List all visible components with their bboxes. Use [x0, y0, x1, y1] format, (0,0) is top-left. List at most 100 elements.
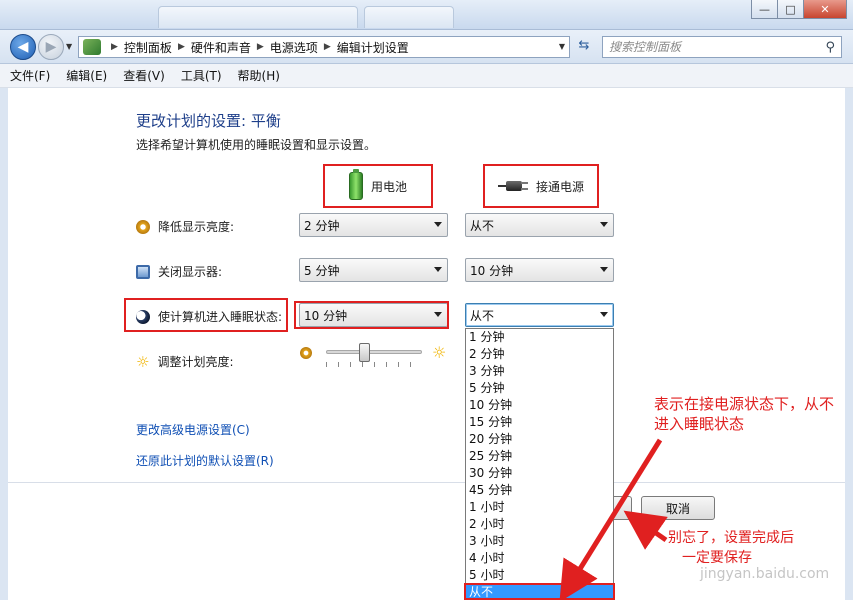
- dropdown-option[interactable]: 3 小时: [466, 533, 613, 550]
- select-value: 10 分钟: [304, 308, 348, 323]
- close-button[interactable]: ✕: [803, 0, 847, 19]
- brightness-label: 调整计划亮度:: [157, 355, 234, 369]
- breadcrumb-hardware-sound[interactable]: 硬件和声音: [191, 39, 251, 56]
- address-bar[interactable]: ▶ 控制面板 ▶ 硬件和声音 ▶ 电源选项 ▶ 编辑计划设置 ▼: [78, 36, 570, 58]
- right-frame: [845, 88, 853, 600]
- minimize-button[interactable]: —: [751, 0, 778, 19]
- dropdown-option[interactable]: 4 小时: [466, 550, 613, 567]
- dropdown-option[interactable]: 2 分钟: [466, 346, 613, 363]
- menu-bar: 文件(F) 编辑(E) 查看(V) 工具(T) 帮助(H): [0, 64, 853, 88]
- moon-icon: [136, 309, 150, 324]
- turn-off-display-battery-select[interactable]: 5 分钟: [299, 258, 448, 282]
- bright-brightness-icon: ☼: [432, 343, 447, 362]
- dropdown-option[interactable]: 45 分钟: [466, 482, 613, 499]
- plugged-in-column-header: 接通电源: [483, 164, 599, 208]
- turn-off-display-plugged-select[interactable]: 10 分钟: [465, 258, 614, 282]
- brightness-slider-track[interactable]: [326, 350, 422, 354]
- page-title: 更改计划的设置: 平衡: [136, 112, 281, 130]
- dropdown-option[interactable]: 2 小时: [466, 516, 613, 533]
- dropdown-option[interactable]: 5 分钟: [466, 380, 613, 397]
- dropdown-option[interactable]: 25 分钟: [466, 448, 613, 465]
- breadcrumb-separator-icon[interactable]: ▶: [111, 42, 118, 52]
- menu-tools[interactable]: 工具(T): [181, 67, 222, 84]
- dropdown-arrow-icon: [600, 312, 608, 317]
- cancel-button[interactable]: 取消: [641, 496, 715, 520]
- breadcrumb-control-panel[interactable]: 控制面板: [124, 39, 172, 56]
- dropdown-arrow-icon: [600, 222, 608, 227]
- window-controls: — □ ✕: [751, 0, 847, 19]
- dropdown-arrow-icon: [434, 312, 442, 317]
- maximize-button[interactable]: □: [777, 0, 804, 19]
- dropdown-arrow-icon: [434, 222, 442, 227]
- select-value: 10 分钟: [470, 263, 514, 278]
- restore-defaults-link[interactable]: 还原此计划的默认设置(R): [136, 452, 274, 469]
- breadcrumb-separator-icon[interactable]: ▶: [324, 42, 331, 52]
- dropdown-option[interactable]: 20 分钟: [466, 431, 613, 448]
- left-frame: [0, 88, 8, 600]
- recent-pages-dropdown-icon[interactable]: ▼: [66, 42, 72, 51]
- address-row: ◀ ▶ ▼ ▶ 控制面板 ▶ 硬件和声音 ▶ 电源选项 ▶ 编辑计划设置 ▼ ⇆…: [0, 30, 853, 64]
- plugged-in-column-label: 接通电源: [535, 179, 584, 194]
- annotation-remember-save: 别忘了，设置完成后 一定要保存: [668, 528, 794, 568]
- select-value: 从不: [470, 308, 495, 323]
- power-plug-icon: [497, 179, 528, 193]
- turn-off-display-label: 关闭显示器:: [158, 265, 223, 279]
- sleep-plugged-dropdown-list: 1 分钟 2 分钟 3 分钟 5 分钟 10 分钟 15 分钟 20 分钟 25…: [465, 328, 614, 600]
- search-box[interactable]: ⚲: [602, 36, 842, 58]
- menu-help[interactable]: 帮助(H): [238, 67, 280, 84]
- address-dropdown-icon[interactable]: ▼: [559, 42, 565, 51]
- dropdown-option[interactable]: 1 小时: [466, 499, 613, 516]
- menu-view[interactable]: 查看(V): [123, 67, 165, 84]
- battery-column-label: 用电池: [370, 179, 407, 194]
- breadcrumb-separator-icon[interactable]: ▶: [257, 42, 264, 52]
- dropdown-option[interactable]: 30 分钟: [466, 465, 613, 482]
- brightness-sun-icon: ☼: [136, 352, 150, 371]
- dim-display-battery-select[interactable]: 2 分钟: [299, 213, 448, 237]
- save-button[interactable]: [612, 496, 632, 520]
- sleep-row-label: 使计算机进入睡眠状态:: [136, 308, 282, 325]
- dropdown-option[interactable]: 5 小时: [466, 567, 613, 584]
- search-icon[interactable]: ⚲: [825, 40, 835, 55]
- sleep-battery-select[interactable]: 10 分钟: [299, 303, 448, 327]
- select-value: 2 分钟: [304, 218, 340, 233]
- sleep-plugged-select[interactable]: 从不: [465, 303, 614, 327]
- breadcrumb-separator-icon[interactable]: ▶: [178, 42, 185, 52]
- dropdown-option[interactable]: 3 分钟: [466, 363, 613, 380]
- menu-file[interactable]: 文件(F): [10, 67, 50, 84]
- menu-edit[interactable]: 编辑(E): [66, 67, 107, 84]
- breadcrumb-power-options[interactable]: 电源选项: [270, 39, 318, 56]
- dim-display-icon: [136, 219, 150, 234]
- battery-icon: [348, 169, 363, 200]
- dropdown-arrow-icon: [600, 267, 608, 272]
- background-tab[interactable]: [364, 6, 454, 28]
- annotation-never-sleep: 表示在接电源状态下，从不 进入睡眠状态: [654, 394, 834, 434]
- dim-display-row-label: 降低显示亮度:: [136, 218, 234, 235]
- search-input[interactable]: [609, 40, 809, 54]
- brightness-row-label: ☼ 调整计划亮度:: [136, 353, 234, 370]
- brightness-slider-ticks: [326, 362, 422, 367]
- annotation-line: 一定要保存: [682, 550, 752, 566]
- watermark: jingyan.baidu.com: [700, 566, 830, 582]
- back-button[interactable]: ◀: [10, 34, 36, 60]
- dim-display-plugged-select[interactable]: 从不: [465, 213, 614, 237]
- dropdown-arrow-icon: [434, 267, 442, 272]
- annotation-line: 进入睡眠状态: [654, 415, 745, 433]
- background-tab[interactable]: [158, 6, 358, 28]
- dropdown-option[interactable]: 10 分钟: [466, 397, 613, 414]
- control-panel-icon: [83, 39, 101, 55]
- sleep-label: 使计算机进入睡眠状态:: [158, 310, 283, 324]
- dropdown-option-selected[interactable]: 从不: [466, 584, 613, 600]
- dropdown-option[interactable]: 1 分钟: [466, 329, 613, 346]
- dim-display-label: 降低显示亮度:: [158, 220, 235, 234]
- dropdown-option[interactable]: 15 分钟: [466, 414, 613, 431]
- forward-button[interactable]: ▶: [38, 34, 64, 60]
- breadcrumb-edit-plan[interactable]: 编辑计划设置: [337, 39, 409, 56]
- title-bar: — □ ✕: [0, 0, 853, 30]
- battery-column-header: 用电池: [323, 164, 433, 208]
- brightness-slider-thumb[interactable]: [359, 343, 370, 362]
- annotation-line: 别忘了，设置完成后: [668, 530, 794, 546]
- advanced-settings-link[interactable]: 更改高级电源设置(C): [136, 421, 250, 438]
- refresh-icon[interactable]: ⇆: [574, 38, 594, 56]
- page-subtitle: 选择希望计算机使用的睡眠设置和显示设置。: [136, 138, 377, 152]
- monitor-icon: [136, 264, 150, 279]
